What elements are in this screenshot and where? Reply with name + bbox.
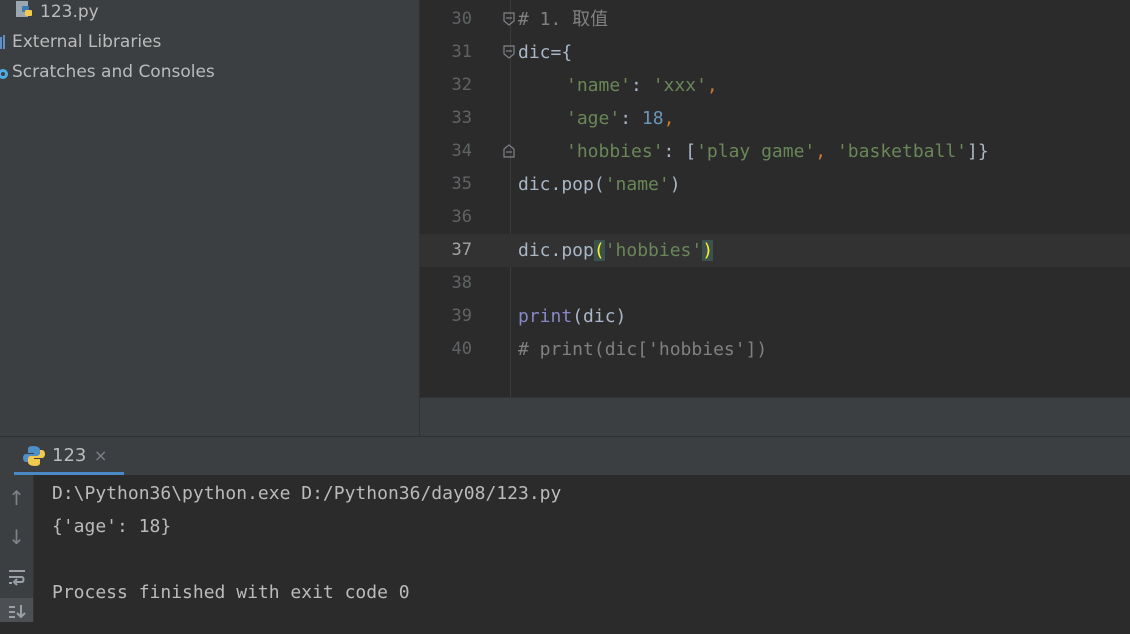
code-text: print(dic)	[518, 306, 627, 327]
code-text: dic.pop('hobbies')	[518, 240, 714, 261]
code-comment: # 1. 取值	[518, 9, 609, 30]
console-line: D:\Python36\python.exe D:/Python36/day08…	[52, 483, 562, 504]
code-line[interactable]: 39 print(dic)	[420, 300, 1130, 333]
matched-paren: )	[702, 240, 714, 261]
editor-bottom-area	[420, 397, 1130, 436]
soft-wrap-icon[interactable]	[0, 559, 33, 595]
matched-paren: (	[593, 240, 605, 261]
line-number: 34	[451, 141, 472, 161]
code-line[interactable]: 36	[420, 201, 1130, 234]
code-line[interactable]: 32 'name': 'xxx',	[420, 69, 1130, 102]
tree-item-label: External Libraries	[12, 32, 162, 52]
code-line[interactable]: 38	[420, 267, 1130, 300]
line-number: 38	[451, 273, 472, 293]
run-tab-label: 123	[52, 445, 87, 466]
tree-item-label: 123.py	[40, 2, 99, 22]
down-arrow-icon[interactable]: ↓	[0, 519, 33, 555]
project-panel: 123.py External Libraries Scratches and …	[0, 0, 419, 436]
python-file-icon	[16, 1, 32, 17]
line-number: 39	[451, 306, 472, 326]
code-text: dic.pop('name')	[518, 174, 681, 195]
console-line: Process finished with exit code 0	[52, 582, 410, 603]
code-line[interactable]: 35 dic.pop('name')	[420, 168, 1130, 201]
code-line[interactable]: 31 dic={	[420, 36, 1130, 69]
run-tab-bar: 123 ×	[0, 437, 1130, 475]
line-number: 31	[451, 42, 472, 62]
code-line[interactable]: 33 'age': 18,	[420, 102, 1130, 135]
line-number: 36	[451, 207, 472, 227]
scroll-to-end-icon[interactable]	[0, 598, 33, 622]
fold-start-icon[interactable]	[503, 12, 515, 26]
code-line[interactable]: 34 'hobbies': ['play game', 'basketball'…	[420, 135, 1130, 168]
line-number: 32	[451, 75, 472, 95]
code-line[interactable]: 40 # print(dic['hobbies'])	[420, 333, 1130, 366]
library-icon	[0, 35, 5, 49]
console-line: {'age': 18}	[52, 516, 172, 537]
code-line-current[interactable]: 37 dic.pop('hobbies')	[420, 234, 1130, 267]
code-line[interactable]: 30 # 1. 取值	[420, 3, 1130, 36]
scratches-icon	[0, 69, 8, 79]
run-console[interactable]: D:\Python36\python.exe D:/Python36/day08…	[34, 475, 1130, 622]
code-text: 'name': 'xxx',	[566, 75, 718, 96]
fold-start-icon[interactable]	[503, 45, 515, 59]
close-icon[interactable]: ×	[94, 446, 107, 465]
tree-item-label: Scratches and Consoles	[12, 62, 215, 82]
line-number: 37	[451, 240, 472, 260]
python-run-icon	[23, 446, 45, 466]
code-text: dic={	[518, 42, 573, 63]
run-toolbar: ↑ ↓	[0, 475, 34, 622]
line-number: 33	[451, 108, 472, 128]
code-text: 'age': 18,	[566, 108, 675, 129]
code-text: 'hobbies': ['play game', 'basketball']}	[566, 141, 989, 162]
fold-end-icon[interactable]	[503, 144, 515, 158]
line-number: 30	[451, 9, 472, 29]
code-editor[interactable]: 30 # 1. 取值 31 dic={ 32 'name': 'xxx', 33…	[420, 0, 1130, 397]
line-number: 40	[451, 339, 472, 359]
line-number: 35	[451, 174, 472, 194]
run-tab-123[interactable]: 123 ×	[14, 437, 124, 475]
code-comment: # print(dic['hobbies'])	[518, 339, 768, 360]
up-arrow-icon[interactable]: ↑	[0, 480, 33, 516]
